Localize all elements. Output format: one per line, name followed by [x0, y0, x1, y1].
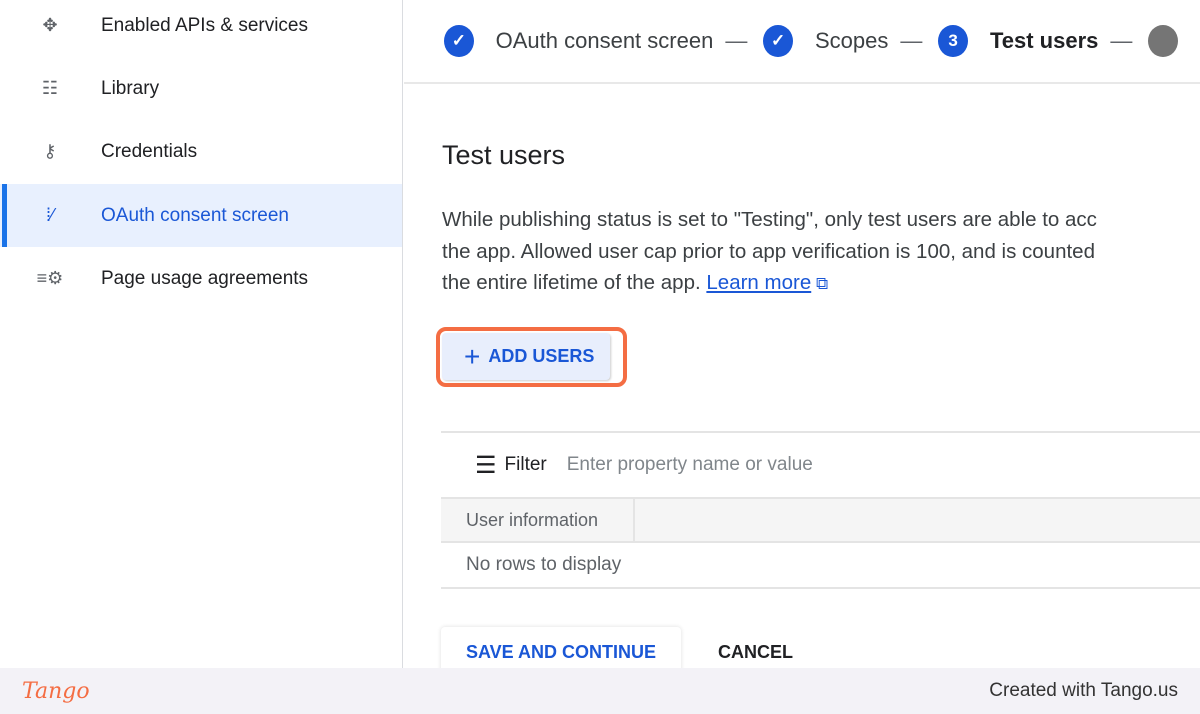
sidebar-item-page-usage[interactable]: ≡⚙ Page usage agreements — [0, 247, 402, 310]
page-frame: ✥ Enabled APIs & services ☷ Library ⚷ Cr… — [0, 0, 1200, 668]
step-test-users[interactable]: Test users — [990, 28, 1098, 54]
check-icon: ✓ — [444, 25, 474, 57]
learn-more-link[interactable]: Learn more — [706, 271, 811, 294]
plus-icon: + — [464, 340, 481, 372]
sidebar-item-label: Library — [101, 77, 160, 99]
step-number: 3 — [938, 25, 968, 57]
filter-label: Filter — [504, 454, 547, 475]
description-line: the entire lifetime of the app. — [442, 271, 707, 294]
filter-icon: ☰ — [475, 451, 497, 479]
external-link-icon: ⧉ — [811, 274, 829, 293]
next-step-icon — [1148, 25, 1178, 57]
add-users-label: ADD USERS — [488, 346, 595, 366]
key-icon: ⚷ — [43, 141, 57, 161]
sidebar-item-oauth-consent[interactable]: ⁞⁄ OAuth consent screen — [0, 184, 402, 247]
consent-icon: ⁞⁄ — [45, 205, 54, 225]
sidebar-item-label: OAuth consent screen — [101, 204, 289, 226]
add-users-button[interactable]: + ADD USERS — [442, 333, 610, 380]
sidebar: ✥ Enabled APIs & services ☷ Library ⚷ Cr… — [0, 0, 403, 668]
step-oauth-consent[interactable]: OAuth consent screen — [496, 28, 714, 54]
sidebar-item-label: Credentials — [101, 140, 198, 162]
description-line: While publishing status is set to "Testi… — [442, 208, 1097, 231]
sidebar-item-label: Enabled APIs & services — [101, 14, 308, 36]
tango-logo: Tango — [22, 678, 90, 704]
filter-bar[interactable]: ☰ Filter Enter property name or value — [441, 433, 1200, 497]
main-content: ✓ OAuth consent screen — ✓ Scopes — 3 Te… — [404, 0, 1200, 668]
step-scopes[interactable]: Scopes — [815, 28, 888, 54]
column-user-information[interactable]: User information — [441, 499, 635, 541]
users-table: ☰ Filter Enter property name or value Us… — [441, 431, 1200, 589]
check-icon: ✓ — [763, 25, 793, 57]
save-and-continue-button[interactable]: SAVE AND CONTINUE — [441, 627, 681, 668]
sidebar-item-enabled-apis[interactable]: ✥ Enabled APIs & services — [0, 0, 402, 57]
step-divider: — — [900, 28, 923, 53]
stepper: ✓ OAuth consent screen — ✓ Scopes — 3 Te… — [404, 0, 1200, 84]
empty-message: No rows to display — [441, 543, 1200, 589]
sidebar-item-credentials[interactable]: ⚷ Credentials — [0, 120, 402, 183]
footer-credit: Created with Tango.us — [989, 680, 1178, 701]
library-icon: ☷ — [41, 78, 59, 98]
description: While publishing status is set to "Testi… — [442, 204, 1200, 300]
page-title: Test users — [442, 140, 566, 170]
settings-list-icon: ≡⚙ — [36, 268, 64, 288]
sidebar-item-library[interactable]: ☷ Library — [0, 57, 402, 120]
description-line: the app. Allowed user cap prior to app v… — [442, 239, 1095, 263]
footer: Tango Created with Tango.us — [0, 668, 1200, 714]
step-divider: — — [725, 28, 748, 53]
table-header: User information — [441, 497, 1200, 543]
cancel-button[interactable]: CANCEL — [696, 627, 815, 668]
api-icon: ✥ — [42, 15, 58, 35]
sidebar-item-label: Page usage agreements — [101, 267, 309, 289]
filter-input[interactable]: Enter property name or value — [567, 454, 813, 476]
step-divider: — — [1110, 28, 1133, 53]
